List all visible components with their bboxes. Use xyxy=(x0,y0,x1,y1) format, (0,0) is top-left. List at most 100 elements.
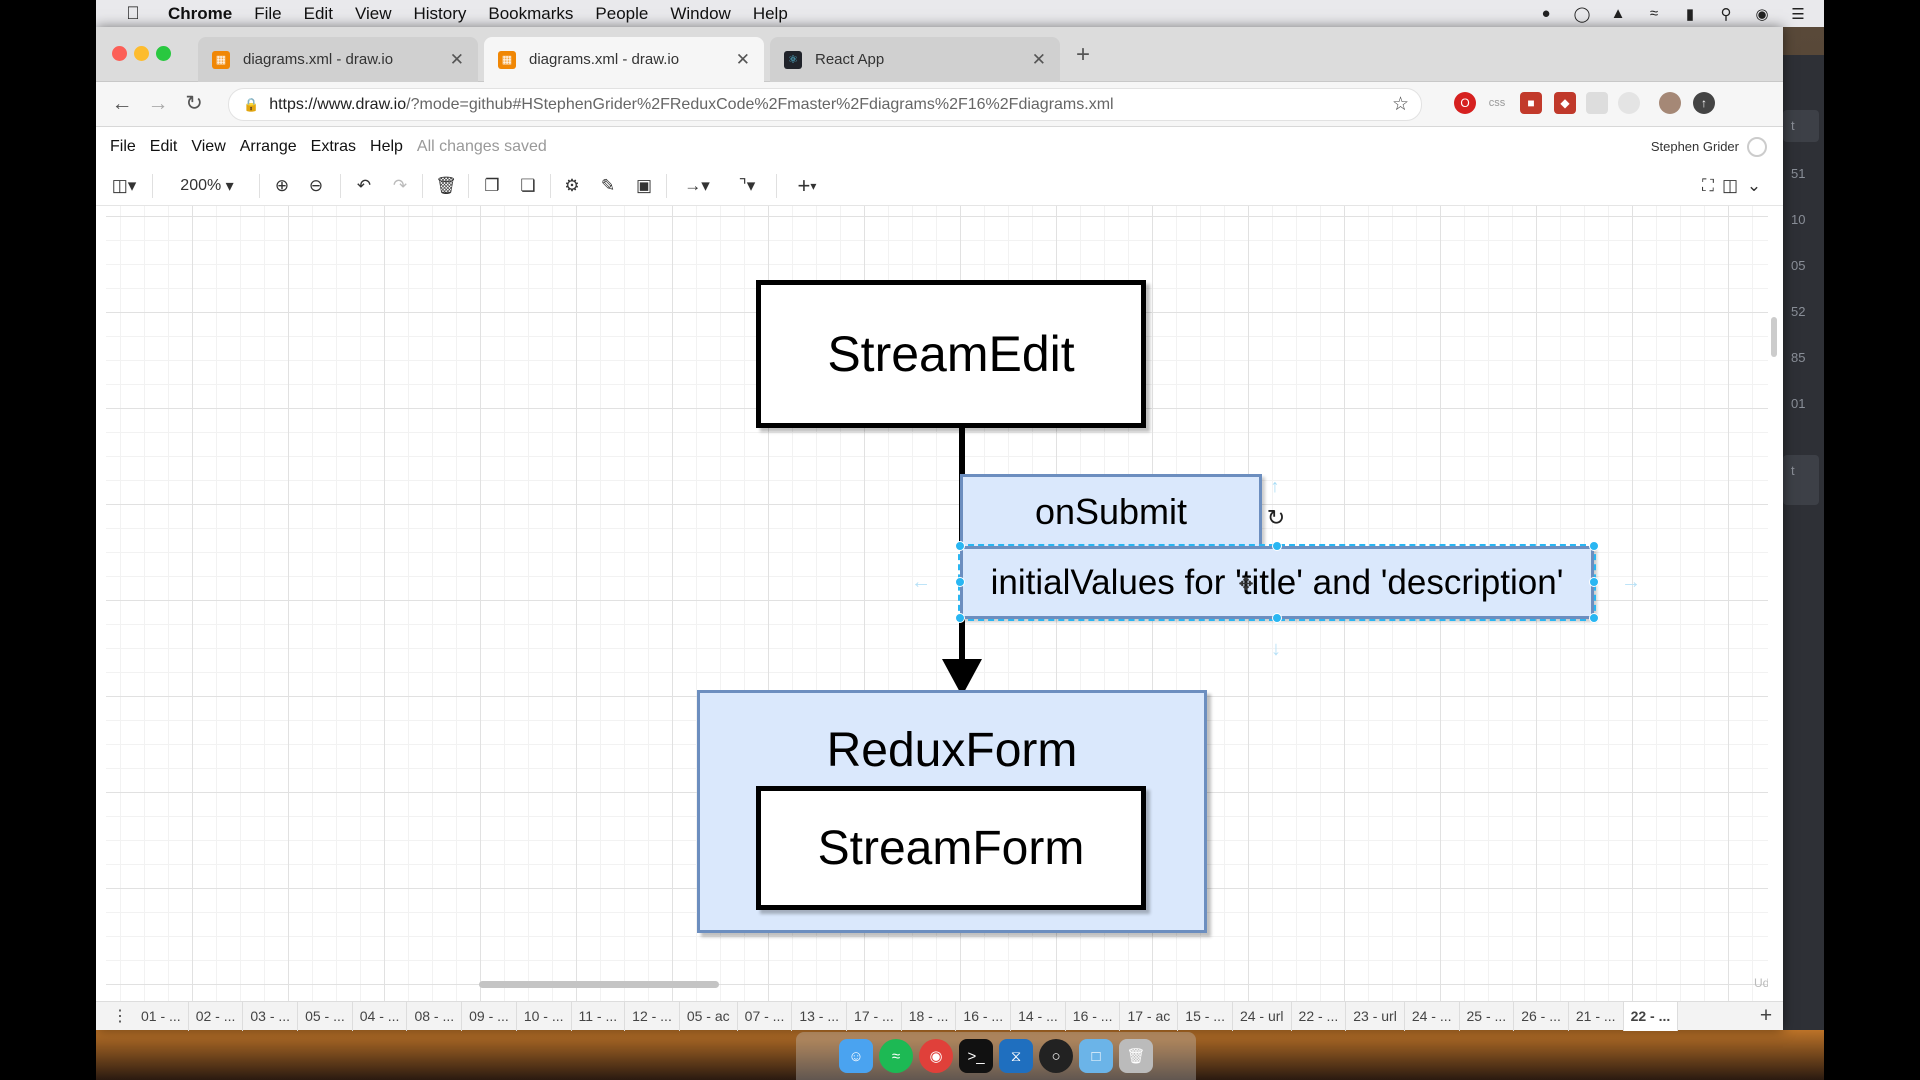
page-tab[interactable]: 14 - ... xyxy=(1011,1001,1066,1031)
page-tab[interactable]: 18 - ... xyxy=(902,1001,957,1031)
zoom-select[interactable]: 200% ▾ xyxy=(162,174,252,198)
line-color-icon[interactable]: ✎ xyxy=(594,174,622,198)
close-tab-icon[interactable]: ✕ xyxy=(450,50,464,70)
extension-icon[interactable] xyxy=(1586,92,1608,114)
address-bar[interactable]: 🔒 https://www.draw.io/?mode=github#HStep… xyxy=(228,88,1422,121)
on-submit-box[interactable]: onSubmit xyxy=(960,474,1262,549)
diagram-canvas[interactable]: StreamEdit onSubmit ↻ ↑ initialValues fo… xyxy=(106,206,1768,1001)
menu-app-name[interactable]: Chrome xyxy=(168,4,232,24)
extension-icon[interactable] xyxy=(1618,92,1640,114)
spotlight-search-icon[interactable]: ⚲ xyxy=(1716,5,1736,23)
page-tab[interactable]: 24 - url xyxy=(1233,1001,1292,1031)
menu-history[interactable]: History xyxy=(413,4,466,24)
page-tab[interactable]: 23 - url xyxy=(1346,1001,1405,1031)
glasses-icon[interactable]: ◯ xyxy=(1572,5,1592,23)
resize-handle[interactable] xyxy=(1589,613,1599,623)
page-tab[interactable]: 03 - ... xyxy=(243,1001,299,1031)
zoom-out-icon[interactable]: ⊖ xyxy=(302,174,330,198)
page-tab[interactable]: 26 - ... xyxy=(1514,1001,1569,1031)
connect-arrow-up-icon[interactable]: ↑ xyxy=(1266,474,1284,498)
chrome-menu-icon[interactable]: ↑ xyxy=(1693,92,1715,114)
reload-icon[interactable]: ↻ xyxy=(180,90,208,118)
extension-badge-icon[interactable]: ◆ xyxy=(1554,92,1576,114)
panel-toggle-icon[interactable]: ◫ xyxy=(1718,174,1742,198)
resize-handle[interactable] xyxy=(955,541,965,551)
insert-icon[interactable]: + ▾ xyxy=(786,173,828,198)
page-tab[interactable]: 11 - ... xyxy=(572,1001,626,1031)
page-tab[interactable]: 13 - ... xyxy=(792,1001,848,1031)
forward-icon[interactable]: → xyxy=(144,90,172,118)
rotate-handle-icon[interactable]: ↻ xyxy=(1264,505,1288,530)
page-tab[interactable]: 25 - ... xyxy=(1460,1001,1515,1031)
profile-avatar[interactable] xyxy=(1659,92,1681,114)
notification-center-icon[interactable]: ☰ xyxy=(1788,5,1808,23)
shadow-icon[interactable]: ▣ xyxy=(630,174,658,198)
page-tab[interactable]: 22 - ... xyxy=(1623,1001,1679,1031)
connect-arrow-left-icon[interactable]: ← xyxy=(906,570,936,594)
page-tab[interactable]: 22 - ... xyxy=(1292,1001,1347,1031)
url-text[interactable]: https://www.draw.io/?mode=github#HStephe… xyxy=(269,96,1392,114)
to-back-icon[interactable]: ❏ xyxy=(514,174,542,198)
page-tab[interactable]: 08 - ... xyxy=(407,1001,463,1031)
lock-icon[interactable]: 🔒 xyxy=(243,97,259,113)
menu-bookmarks[interactable]: Bookmarks xyxy=(488,4,573,24)
delete-icon[interactable]: 🗑 xyxy=(432,174,460,198)
fill-color-icon[interactable]: ⚙ xyxy=(558,174,586,198)
page-tab[interactable]: 21 - ... xyxy=(1569,1001,1624,1031)
page-tab[interactable]: 01 - ... xyxy=(134,1001,189,1031)
pages-menu-icon[interactable]: ⋮ xyxy=(106,1006,134,1026)
menu-help[interactable]: Help xyxy=(753,4,788,24)
close-window-button[interactable] xyxy=(112,46,127,61)
fullscreen-icon[interactable]: ⛶ xyxy=(1696,174,1720,198)
drawio-menu-view[interactable]: View xyxy=(191,138,225,156)
opera-extension-icon[interactable]: O xyxy=(1454,92,1476,114)
page-tab[interactable]: 05 - ac xyxy=(680,1001,738,1031)
page-tab[interactable]: 05 - ... xyxy=(298,1001,353,1031)
tab-diagrams-1[interactable]: ▦ diagrams.xml - draw.io ✕ xyxy=(198,37,478,82)
page-tab[interactable]: 12 - ... xyxy=(625,1001,680,1031)
drawio-menu-help[interactable]: Help xyxy=(370,138,403,156)
terminal-icon[interactable]: >_ xyxy=(959,1039,993,1073)
menu-file[interactable]: File xyxy=(254,4,281,24)
page-tab[interactable]: 15 - ... xyxy=(1178,1001,1233,1031)
css-extension-icon[interactable]: css xyxy=(1486,92,1508,114)
vscode-icon[interactable]: ⧖ xyxy=(999,1039,1033,1073)
page-tab[interactable]: 16 - ... xyxy=(1066,1001,1121,1031)
creative-cloud-icon[interactable]: ● xyxy=(1536,5,1556,23)
close-tab-icon[interactable]: ✕ xyxy=(1032,50,1046,70)
wifi-icon[interactable]: ≈ xyxy=(1644,5,1664,23)
spotify-icon[interactable]: ≈ xyxy=(879,1039,913,1073)
page-tab[interactable]: 07 - ... xyxy=(738,1001,793,1031)
drawio-menu-edit[interactable]: Edit xyxy=(150,138,178,156)
connect-arrow-right-icon[interactable]: → xyxy=(1616,570,1646,594)
stream-edit-box[interactable]: StreamEdit xyxy=(756,280,1146,428)
trash-icon[interactable]: 🗑 xyxy=(1119,1039,1153,1073)
drawio-menu-extras[interactable]: Extras xyxy=(311,138,356,156)
add-page-button[interactable]: + xyxy=(1749,1004,1783,1028)
obs-icon[interactable]: ○ xyxy=(1039,1039,1073,1073)
zoom-in-icon[interactable]: ⊕ xyxy=(268,174,296,198)
tab-diagrams-2[interactable]: ▦ diagrams.xml - draw.io ✕ xyxy=(484,37,764,82)
connection-style-icon[interactable]: →▾ xyxy=(676,174,718,198)
format-panel-icon[interactable]: ◫▾ xyxy=(106,174,142,198)
bookmark-star-icon[interactable]: ☆ xyxy=(1392,93,1409,116)
page-tab[interactable]: 17 - ... xyxy=(847,1001,902,1031)
user-menu[interactable]: Stephen Grider xyxy=(1651,139,1739,154)
drawio-menu-arrange[interactable]: Arrange xyxy=(240,138,297,156)
chrome-icon[interactable]: ◉ xyxy=(919,1039,953,1073)
resize-handle[interactable] xyxy=(955,577,965,587)
minimize-window-button[interactable] xyxy=(134,46,149,61)
menu-edit[interactable]: Edit xyxy=(304,4,333,24)
page-tab[interactable]: 04 - ... xyxy=(353,1001,408,1031)
finder-icon[interactable]: ☺ xyxy=(839,1039,873,1073)
editor-tab[interactable]: t xyxy=(1783,110,1819,142)
menu-window[interactable]: Window xyxy=(670,4,730,24)
language-globe-icon[interactable] xyxy=(1747,136,1767,157)
menu-people[interactable]: People xyxy=(595,4,648,24)
page-tab[interactable]: 24 - ... xyxy=(1405,1001,1460,1031)
siri-icon[interactable]: ◉ xyxy=(1752,5,1772,23)
menu-view[interactable]: View xyxy=(355,4,392,24)
extension-icon[interactable]: ■ xyxy=(1520,92,1542,114)
stream-form-box[interactable]: StreamForm xyxy=(756,786,1146,910)
initial-values-box[interactable]: initialValues for 'title' and 'descripti… xyxy=(958,544,1596,621)
